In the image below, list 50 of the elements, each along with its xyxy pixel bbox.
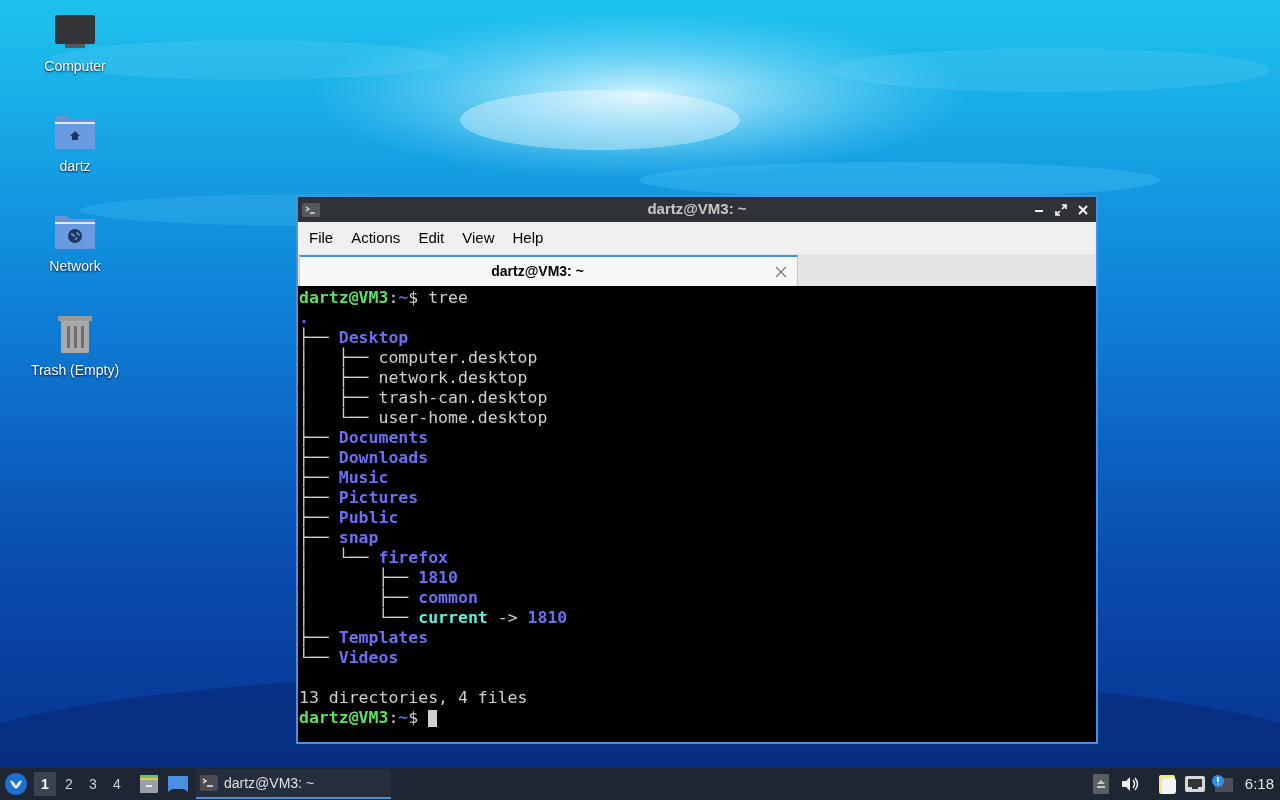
menu-item[interactable]: File (300, 226, 343, 250)
notification-icon[interactable] (1210, 774, 1233, 794)
terminal-line: │ ├── network.desktop (299, 368, 528, 387)
terminal-line: ├── snap (299, 528, 379, 547)
workspace-button[interactable]: 1 (34, 772, 56, 796)
terminal-line: │ ├── trash-can.desktop (299, 388, 548, 407)
terminal-line: │ ├── 1810 (299, 568, 458, 587)
terminal-line: dartz@VM3:~$ tree (299, 288, 468, 308)
terminal-line: dartz@VM3:~$ (299, 708, 420, 728)
icon-label[interactable]: Network (49, 256, 101, 277)
menu-item[interactable]: Actions (342, 226, 410, 250)
terminal-line: ├── Documents (299, 428, 429, 447)
file-cabinet-icon[interactable] (139, 774, 159, 794)
clipboard-icon[interactable] (1157, 773, 1178, 795)
terminal-line: . (299, 308, 309, 327)
menu-item[interactable]: Edit (409, 226, 454, 250)
terminal-line: ├── Templates (299, 628, 429, 647)
terminal-line: │ ├── computer.desktop (299, 348, 538, 367)
terminal-line: ├── Downloads (299, 448, 429, 467)
terminal-line: ├── Public (299, 508, 399, 527)
terminal-line: │ ├── common (299, 588, 478, 607)
maximize-icon[interactable] (1054, 202, 1068, 217)
terminal-icon (200, 775, 218, 791)
workspace-button[interactable]: 3 (82, 772, 104, 796)
terminal-line: ├── Desktop (299, 328, 409, 347)
tab[interactable]: dartz@VM3: ~ (299, 255, 798, 286)
network-port-icon[interactable] (1184, 776, 1205, 792)
terminal-line: ├── Music (299, 468, 389, 487)
start-menu-icon[interactable] (5, 773, 27, 795)
terminal-line: └── Videos (299, 648, 399, 668)
terminal-line: ├── Pictures (299, 488, 419, 507)
volume-icon[interactable] (1120, 776, 1139, 792)
workspace-button[interactable]: 2 (58, 772, 80, 796)
menu-item[interactable]: View (453, 226, 504, 250)
icon-label[interactable]: Trash (Empty) (30, 360, 120, 381)
taskbar-button[interactable]: dartz@VM3: ~ (196, 769, 391, 799)
terminal-line: 13 directories, 4 files (299, 688, 528, 708)
monitor-icon (54, 14, 96, 50)
workspace-button[interactable]: 4 (106, 772, 128, 796)
terminal-line: │ └── current -> 1810 (299, 608, 568, 627)
close-icon[interactable] (1076, 202, 1090, 217)
folder-icon[interactable] (168, 775, 188, 793)
clock[interactable]: 6:18 (1244, 772, 1274, 796)
terminal-line: │ └── firefox (299, 548, 449, 567)
eject-icon[interactable] (1092, 774, 1109, 794)
terminal-icon (302, 202, 320, 217)
home-folder-icon (54, 114, 96, 150)
terminal-line: │ └── user-home.desktop (299, 408, 548, 427)
menu-item[interactable]: Help (503, 226, 553, 250)
window-title: dartz@VM3: ~ (647, 199, 747, 220)
